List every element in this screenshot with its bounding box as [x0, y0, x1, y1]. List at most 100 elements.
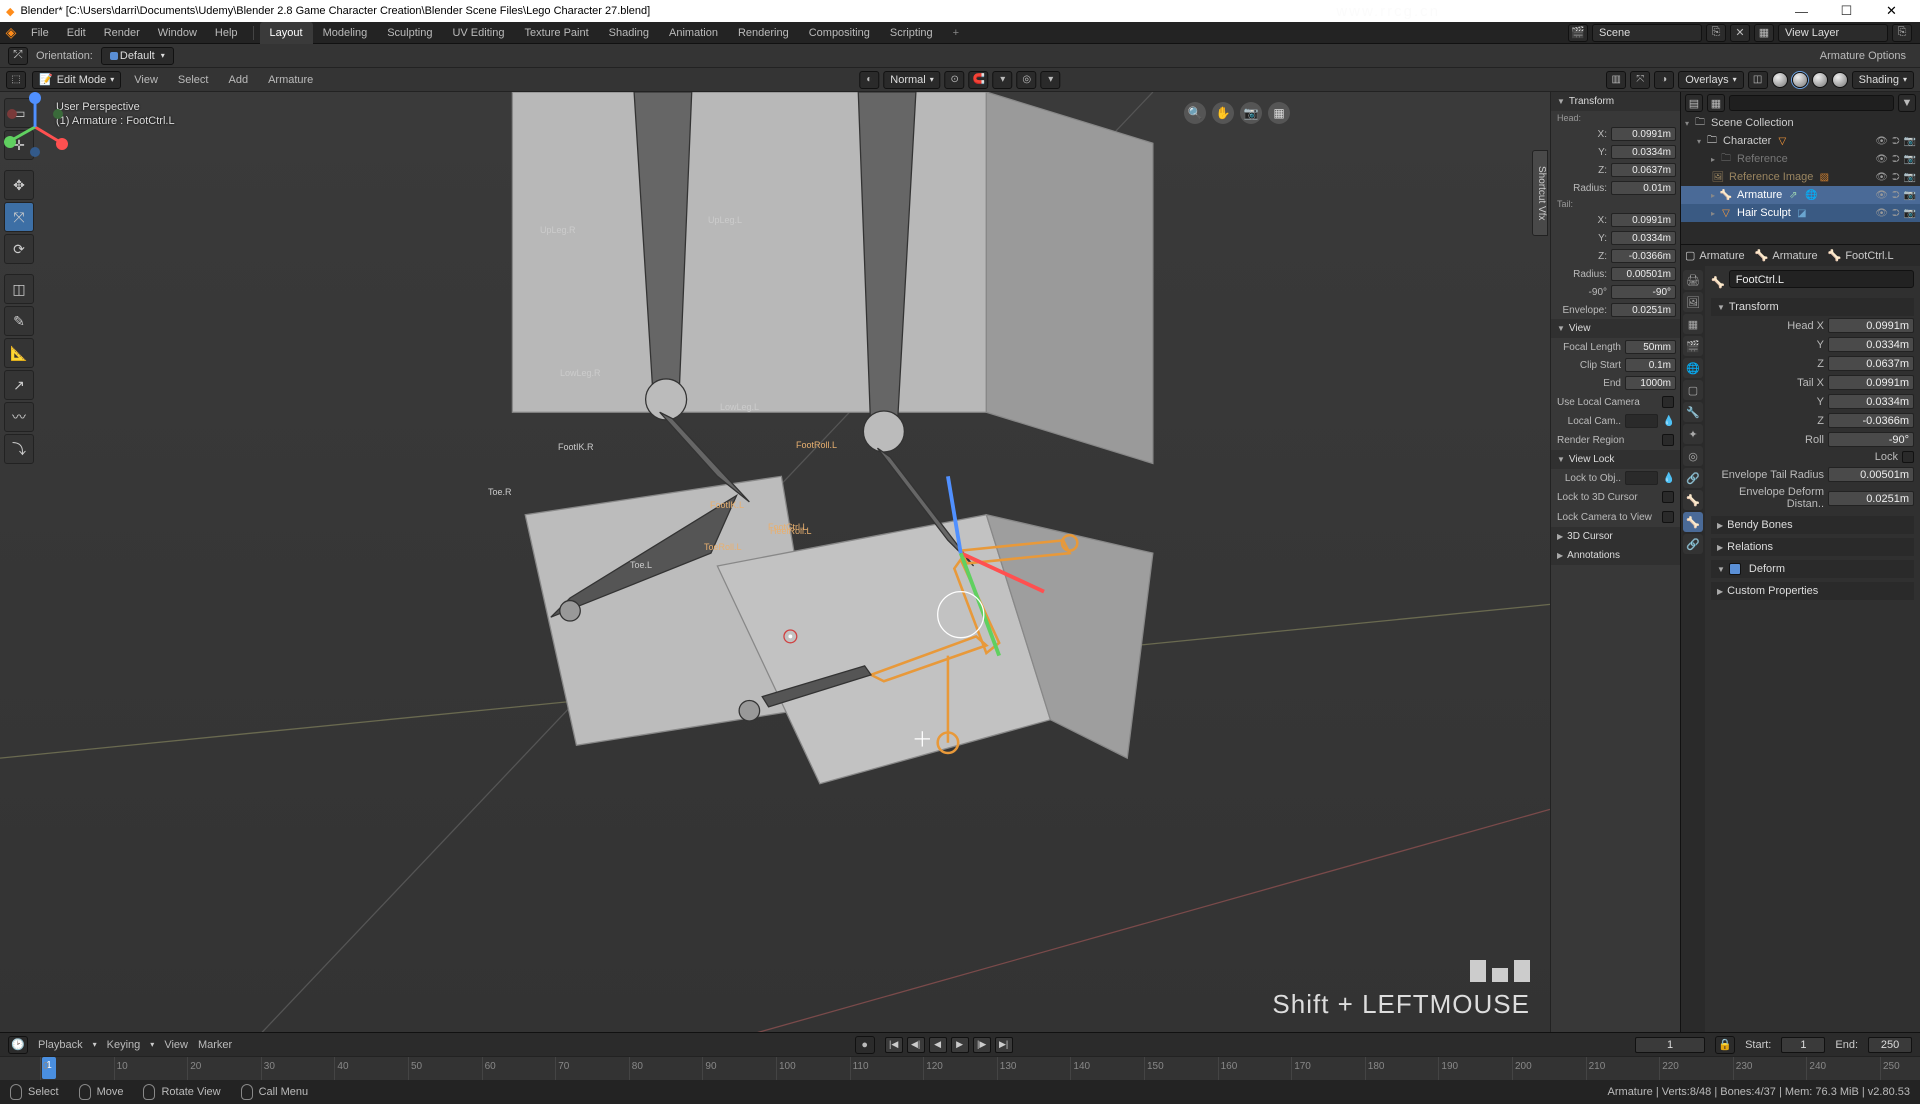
ptab-bone[interactable]: 🦴: [1683, 512, 1703, 532]
crumb-armature-obj[interactable]: ▢ Armature: [1685, 249, 1745, 262]
workspace-tab-sculpting[interactable]: Sculpting: [377, 22, 442, 44]
outliner-type-icon[interactable]: ▤: [1685, 94, 1703, 112]
prop-deform-header[interactable]: Deform: [1711, 560, 1914, 578]
workspace-add[interactable]: +: [943, 22, 969, 44]
prop-bendy-header[interactable]: Bendy Bones: [1711, 516, 1914, 534]
tool-measure[interactable]: 📐: [4, 338, 34, 368]
overlays-dropdown[interactable]: Overlays ▾: [1678, 71, 1743, 89]
snap-opts-icon[interactable]: ▾: [993, 71, 1013, 89]
vp-menu-view[interactable]: View: [127, 74, 165, 86]
vp-menu-select[interactable]: Select: [171, 74, 216, 86]
prop-taily[interactable]: 0.0334m: [1828, 394, 1914, 409]
timeline-ruler[interactable]: 1 01020304050607080901001101201301401501…: [0, 1056, 1920, 1080]
prop-envtail[interactable]: 0.00501m: [1828, 467, 1914, 482]
scene-dropdown[interactable]: Scene: [1592, 24, 1702, 42]
render-icon[interactable]: 📷: [1904, 190, 1916, 201]
head-z[interactable]: 0.0637m: [1611, 163, 1676, 177]
prop-roll[interactable]: -90°: [1828, 432, 1914, 447]
focal-val[interactable]: 50mm: [1625, 340, 1676, 354]
ptab-physics[interactable]: ◎: [1683, 446, 1703, 466]
nav-pan-icon[interactable]: ✋: [1212, 102, 1234, 124]
deform-check[interactable]: [1729, 563, 1741, 575]
tool-extrude[interactable]: ↗: [4, 370, 34, 400]
npanel-annotations-header[interactable]: Annotations: [1551, 546, 1680, 565]
head-y[interactable]: 0.0334m: [1611, 145, 1676, 159]
restrict-icon[interactable]: ⮊: [1892, 154, 1900, 165]
prop-tailz[interactable]: -0.0366m: [1828, 413, 1914, 428]
ptab-viewlayer[interactable]: ▦: [1683, 314, 1703, 334]
ptab-output[interactable]: 🖼: [1683, 292, 1703, 312]
render-icon[interactable]: 📷: [1904, 208, 1916, 219]
workspace-tab-scripting[interactable]: Scripting: [880, 22, 943, 44]
prop-lock-check[interactable]: [1902, 451, 1914, 463]
menu-window[interactable]: Window: [149, 22, 206, 44]
snap-toggle-icon[interactable]: 🧲: [969, 71, 989, 89]
viewlayer-new-icon[interactable]: ⎘: [1892, 24, 1912, 42]
envelope-val[interactable]: 0.0251m: [1611, 303, 1676, 317]
ptab-constraints[interactable]: 🔗: [1683, 468, 1703, 488]
workspace-tab-modeling[interactable]: Modeling: [313, 22, 378, 44]
gizmo-icon[interactable]: ⤧: [1630, 71, 1650, 89]
ptab-modifiers[interactable]: 🔧: [1683, 402, 1703, 422]
ptab-boneconstraint[interactable]: 🔗: [1683, 534, 1703, 554]
timeline-type-icon[interactable]: 🕑: [8, 1036, 28, 1054]
npanel-viewlock-header[interactable]: View Lock: [1551, 450, 1680, 469]
orientation-dropdown[interactable]: Default▾: [101, 47, 174, 65]
viewlayer-dropdown[interactable]: View Layer: [1778, 24, 1888, 42]
render-icon[interactable]: 📷: [1904, 154, 1916, 165]
prop-headz[interactable]: 0.0637m: [1828, 356, 1914, 371]
prop-heady[interactable]: 0.0334m: [1828, 337, 1914, 352]
play-icon[interactable]: ▶: [951, 1037, 969, 1053]
tl-keying[interactable]: Keying: [107, 1039, 141, 1051]
3d-viewport[interactable]: UpLeg.R UpLeg.L LowLeg.R LowLeg.L FootIK…: [0, 92, 1550, 1032]
autokey-icon[interactable]: ●: [855, 1036, 875, 1054]
visibility-icon[interactable]: ▥: [1606, 71, 1626, 89]
vp-menu-add[interactable]: Add: [221, 74, 255, 86]
use-local-camera-check[interactable]: [1662, 396, 1674, 408]
prop-tailx[interactable]: 0.0991m: [1828, 375, 1914, 390]
head-x[interactable]: 0.0991m: [1611, 127, 1676, 141]
outliner-search[interactable]: [1729, 95, 1894, 111]
lock-obj-field[interactable]: [1625, 471, 1658, 485]
scene-new-icon[interactable]: ⎘: [1706, 24, 1726, 42]
xray-icon[interactable]: ◫: [1748, 71, 1768, 89]
outliner-item-hair-sculpt[interactable]: ▸▽Hair Sculpt ◪👁⮊📷: [1681, 204, 1920, 222]
workspace-tab-animation[interactable]: Animation: [659, 22, 728, 44]
ptab-particles[interactable]: ✦: [1683, 424, 1703, 444]
prop-custom-header[interactable]: Custom Properties: [1711, 582, 1914, 600]
frame-lock-icon[interactable]: 🔒: [1715, 1036, 1735, 1054]
transform-orientation-dropdown[interactable]: Normal ▾: [883, 71, 940, 89]
prop-envdef[interactable]: 0.0251m: [1828, 491, 1914, 506]
menu-render[interactable]: Render: [95, 22, 149, 44]
tool-rotate[interactable]: ⟳: [4, 234, 34, 264]
workspace-tab-texturepaint[interactable]: Texture Paint: [514, 22, 598, 44]
crumb-armature-data[interactable]: 🦴 Armature: [1755, 249, 1818, 262]
end-frame[interactable]: 250: [1868, 1037, 1912, 1053]
workspace-tab-shading[interactable]: Shading: [599, 22, 659, 44]
tl-marker[interactable]: Marker: [198, 1039, 232, 1051]
restrict-icon[interactable]: ⮊: [1892, 208, 1900, 219]
nav-gizmo[interactable]: [0, 92, 70, 162]
eyedropper-icon[interactable]: 💧: [1662, 473, 1676, 484]
tool-extra2[interactable]: ⤵: [4, 434, 34, 464]
bone-name-field[interactable]: FootCtrl.L: [1729, 270, 1914, 288]
shading-wire-icon[interactable]: [1772, 72, 1788, 88]
tail-z[interactable]: -0.0366m: [1611, 249, 1676, 263]
ptab-object[interactable]: ▢: [1683, 380, 1703, 400]
ptab-armature[interactable]: 🦴: [1683, 490, 1703, 510]
close-button[interactable]: ✕: [1869, 0, 1914, 22]
tail-y[interactable]: 0.0334m: [1611, 231, 1676, 245]
eyedropper-icon[interactable]: 💧: [1662, 416, 1676, 427]
shading-lookdev-icon[interactable]: [1812, 72, 1828, 88]
restrict-icon[interactable]: ⮊: [1892, 172, 1900, 183]
ptab-world[interactable]: 🌐: [1683, 358, 1703, 378]
viewlayer-icon[interactable]: ▦: [1754, 24, 1774, 42]
shading-render-icon[interactable]: [1832, 72, 1848, 88]
eye-icon[interactable]: 👁: [1875, 136, 1888, 147]
tool-transform[interactable]: ⤧: [4, 202, 34, 232]
jump-start-icon[interactable]: |◀: [885, 1037, 903, 1053]
nav-ortho-icon[interactable]: ▦: [1268, 102, 1290, 124]
tl-playback[interactable]: Playback: [38, 1039, 83, 1051]
restrict-icon[interactable]: ⮊: [1892, 190, 1900, 201]
head-radius[interactable]: 0.01m: [1611, 181, 1676, 195]
